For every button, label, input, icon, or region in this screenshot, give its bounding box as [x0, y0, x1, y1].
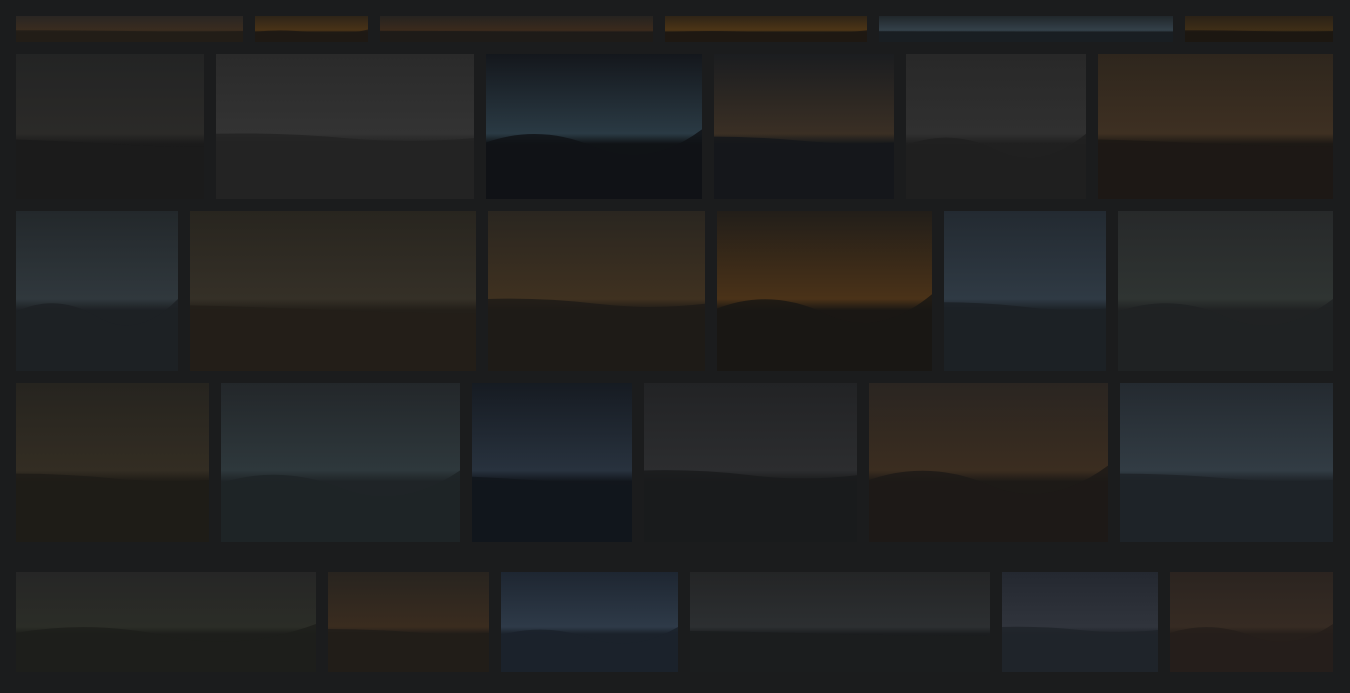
- gallery-photo[interactable]: [1118, 211, 1333, 371]
- photo-image: [1120, 383, 1333, 542]
- photo-image: [714, 54, 894, 199]
- photo-image: [190, 211, 476, 371]
- gallery-photo[interactable]: [1120, 383, 1333, 542]
- photo-image: [328, 572, 489, 672]
- photo-image: [488, 211, 705, 371]
- gallery-photo[interactable]: [216, 54, 474, 199]
- gallery-photo[interactable]: [16, 572, 316, 672]
- gallery-photo[interactable]: [1002, 572, 1158, 672]
- gallery-photo[interactable]: [16, 16, 243, 42]
- photo-image: [486, 54, 702, 199]
- gallery-photo[interactable]: [1098, 54, 1333, 199]
- gallery-photo[interactable]: [906, 54, 1086, 199]
- photo-image: [380, 16, 653, 42]
- gallery-photo[interactable]: [717, 211, 932, 371]
- gallery-photo[interactable]: [879, 16, 1173, 42]
- gallery-photo[interactable]: [1185, 16, 1333, 42]
- photo-image: [472, 383, 632, 542]
- gallery-photo[interactable]: [488, 211, 705, 371]
- gallery-row-5: [0, 572, 1350, 672]
- gallery-photo[interactable]: [501, 572, 678, 672]
- gallery-photo[interactable]: [328, 572, 489, 672]
- gallery-row-4: [0, 383, 1350, 542]
- photo-image: [16, 54, 204, 199]
- photo-image: [690, 572, 990, 672]
- gallery-photo[interactable]: [221, 383, 460, 542]
- gallery-photo[interactable]: [944, 211, 1106, 371]
- gallery-photo[interactable]: [380, 16, 653, 42]
- gallery-photo[interactable]: [16, 211, 178, 371]
- gallery-photo[interactable]: [644, 383, 857, 542]
- gallery-row-1: [0, 16, 1350, 42]
- gallery-photo[interactable]: [690, 572, 990, 672]
- photo-gallery: [0, 0, 1350, 693]
- gallery-photo[interactable]: [190, 211, 476, 371]
- photo-image: [1098, 54, 1333, 199]
- gallery-photo[interactable]: [472, 383, 632, 542]
- photo-image: [906, 54, 1086, 199]
- gallery-photo[interactable]: [1170, 572, 1333, 672]
- photo-image: [1185, 16, 1333, 42]
- gallery-row-2: [0, 54, 1350, 199]
- gallery-row-3: [0, 211, 1350, 371]
- photo-image: [221, 383, 460, 542]
- gallery-photo[interactable]: [486, 54, 702, 199]
- photo-image: [501, 572, 678, 672]
- gallery-photo[interactable]: [714, 54, 894, 199]
- gallery-photo[interactable]: [16, 383, 209, 542]
- photo-image: [1118, 211, 1333, 371]
- photo-image: [1170, 572, 1333, 672]
- photo-image: [717, 211, 932, 371]
- photo-image: [216, 54, 474, 199]
- gallery-photo[interactable]: [255, 16, 368, 42]
- photo-image: [255, 16, 368, 42]
- photo-image: [1002, 572, 1158, 672]
- photo-image: [869, 383, 1108, 542]
- gallery-photo[interactable]: [16, 54, 204, 199]
- photo-image: [16, 211, 178, 371]
- gallery-photo[interactable]: [665, 16, 867, 42]
- photo-image: [16, 16, 243, 42]
- gallery-photo[interactable]: [869, 383, 1108, 542]
- photo-image: [944, 211, 1106, 371]
- photo-image: [665, 16, 867, 42]
- photo-image: [644, 383, 857, 542]
- photo-image: [879, 16, 1173, 42]
- photo-image: [16, 572, 316, 672]
- photo-image: [16, 383, 209, 542]
